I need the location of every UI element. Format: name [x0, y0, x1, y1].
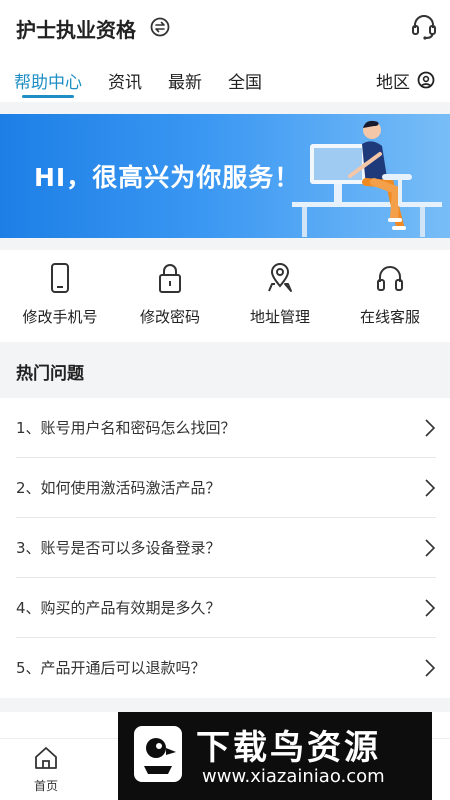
location-pin-icon: [417, 71, 435, 88]
address-management-label: 地址管理: [249, 308, 310, 326]
hot-questions-title: 热门问题: [16, 364, 84, 384]
home-icon: [35, 747, 57, 769]
change-phone-button[interactable]: 修改手机号: [4, 262, 116, 327]
chevron-right-icon: [425, 599, 436, 617]
question-item[interactable]: 5、产品开通后可以退款吗？: [0, 638, 450, 698]
question-text: 4、购买的产品有效期是多久？: [16, 599, 221, 617]
divider-band: [0, 698, 450, 712]
quick-actions: 修改手机号 修改密码 地址管理 在线客服: [0, 250, 450, 342]
question-item[interactable]: 3、账号是否可以多设备登录？: [0, 518, 450, 578]
page-title: 护士执业资格: [16, 18, 136, 42]
question-text: 5、产品开通后可以退款吗？: [16, 659, 206, 677]
welcome-banner: HI，很高兴为你服务！: [0, 114, 450, 238]
customer-service-illustration: [292, 120, 442, 237]
question-text: 1、账号用户名和密码怎么找回？: [16, 419, 236, 437]
question-item[interactable]: 1、账号用户名和密码怎么找回？: [0, 398, 450, 458]
change-password-label: 修改密码: [139, 308, 200, 326]
change-password-button[interactable]: 修改密码: [114, 262, 226, 327]
question-text: 3、账号是否可以多设备登录？: [16, 539, 221, 557]
question-item[interactable]: 4、购买的产品有效期是多久？: [0, 578, 450, 638]
region-selector[interactable]: 地区: [376, 68, 436, 93]
online-service-button[interactable]: 在线客服: [334, 262, 446, 327]
bird-logo-icon: [134, 726, 182, 782]
question-list: 1、账号用户名和密码怎么找回？ 2、如何使用激活码激活产品？ 3、账号是否可以多…: [0, 398, 450, 698]
switch-icon[interactable]: [150, 17, 170, 37]
chevron-right-icon: [425, 539, 436, 557]
address-management-button[interactable]: 地址管理: [224, 262, 336, 327]
banner-text: HI，很高兴为你服务！: [34, 163, 301, 192]
tab-national[interactable]: 全国: [228, 68, 262, 93]
customer-service-headset-icon[interactable]: [410, 13, 438, 41]
active-tab-indicator: [22, 95, 74, 98]
hot-questions-header: 热门问题: [0, 342, 450, 398]
change-phone-label: 修改手机号: [22, 308, 98, 326]
question-text: 2、如何使用激活码激活产品？: [16, 479, 221, 497]
location-icon: [268, 263, 292, 292]
divider-band: [0, 238, 450, 250]
tab-latest[interactable]: 最新: [168, 68, 202, 93]
category-tabs: 帮助中心 资讯 最新 全国 地区: [0, 56, 450, 102]
region-label: 地区: [376, 73, 410, 93]
nav-home-button[interactable]: 首页: [24, 745, 68, 794]
headphones-icon: [377, 266, 403, 291]
watermark-title: 下载鸟资源: [196, 728, 381, 768]
nav-home-label: 首页: [33, 779, 58, 793]
online-service-label: 在线客服: [359, 308, 420, 326]
chevron-right-icon: [425, 659, 436, 677]
chevron-right-icon: [425, 419, 436, 437]
watermark-url: www.xiazainiao.com: [202, 766, 385, 787]
tab-news[interactable]: 资讯: [108, 68, 142, 93]
app-header: 护士执业资格: [0, 0, 450, 56]
phone-icon: [51, 263, 69, 293]
question-item[interactable]: 2、如何使用激活码激活产品？: [0, 458, 450, 518]
lock-icon: [159, 264, 181, 293]
tab-help-center[interactable]: 帮助中心: [14, 68, 82, 93]
chevron-right-icon: [425, 479, 436, 497]
watermark-overlay: 下载鸟资源 www.xiazainiao.com: [118, 712, 432, 800]
divider-band: [0, 102, 450, 114]
